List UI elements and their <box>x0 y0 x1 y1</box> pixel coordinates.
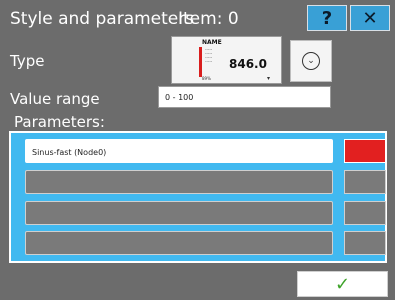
parameter-row[interactable] <box>25 201 333 225</box>
type-preview[interactable]: NAME ----- ----- ----- ----- 846.0 89% ▾ <box>171 36 282 84</box>
item-indicator: Item: 0 <box>178 9 239 29</box>
preview-arrow-icon: ▾ <box>267 75 271 82</box>
value-range-label: Value range <box>10 90 100 108</box>
parameters-list: Sinus-fast (Node0) <box>9 131 387 263</box>
parameter-color-swatch[interactable] <box>344 201 386 225</box>
preview-value: 846.0 <box>229 57 267 71</box>
checkmark-icon: ✓ <box>334 273 351 295</box>
parameters-label: Parameters: <box>14 113 105 131</box>
chevron-down-icon: ⌄ <box>302 52 320 70</box>
value-range-input[interactable]: 0 - 100 <box>158 86 331 108</box>
parameter-color-swatch[interactable] <box>344 139 386 163</box>
parameter-row[interactable]: Sinus-fast (Node0) <box>25 139 333 163</box>
type-dropdown-button[interactable]: ⌄ <box>290 40 332 82</box>
ok-button[interactable]: ✓ <box>297 271 388 297</box>
preview-name: NAME <box>202 39 222 46</box>
parameter-row[interactable] <box>25 170 333 194</box>
dialog-panel: Style and parameters Item: 0 ? ✕ Type NA… <box>0 0 395 300</box>
parameter-row[interactable] <box>25 231 333 255</box>
dialog-title: Style and parameters <box>10 9 195 29</box>
type-label: Type <box>10 52 45 70</box>
preview-indicator-bar <box>199 47 202 77</box>
parameter-color-swatch[interactable] <box>344 231 386 255</box>
close-icon: ✕ <box>362 7 378 29</box>
close-button[interactable]: ✕ <box>350 5 390 31</box>
preview-scale-line: ----- <box>205 59 213 64</box>
help-icon: ? <box>321 7 333 29</box>
parameter-color-swatch[interactable] <box>344 170 386 194</box>
help-button[interactable]: ? <box>307 5 347 31</box>
preview-percent: 89% <box>202 76 211 81</box>
